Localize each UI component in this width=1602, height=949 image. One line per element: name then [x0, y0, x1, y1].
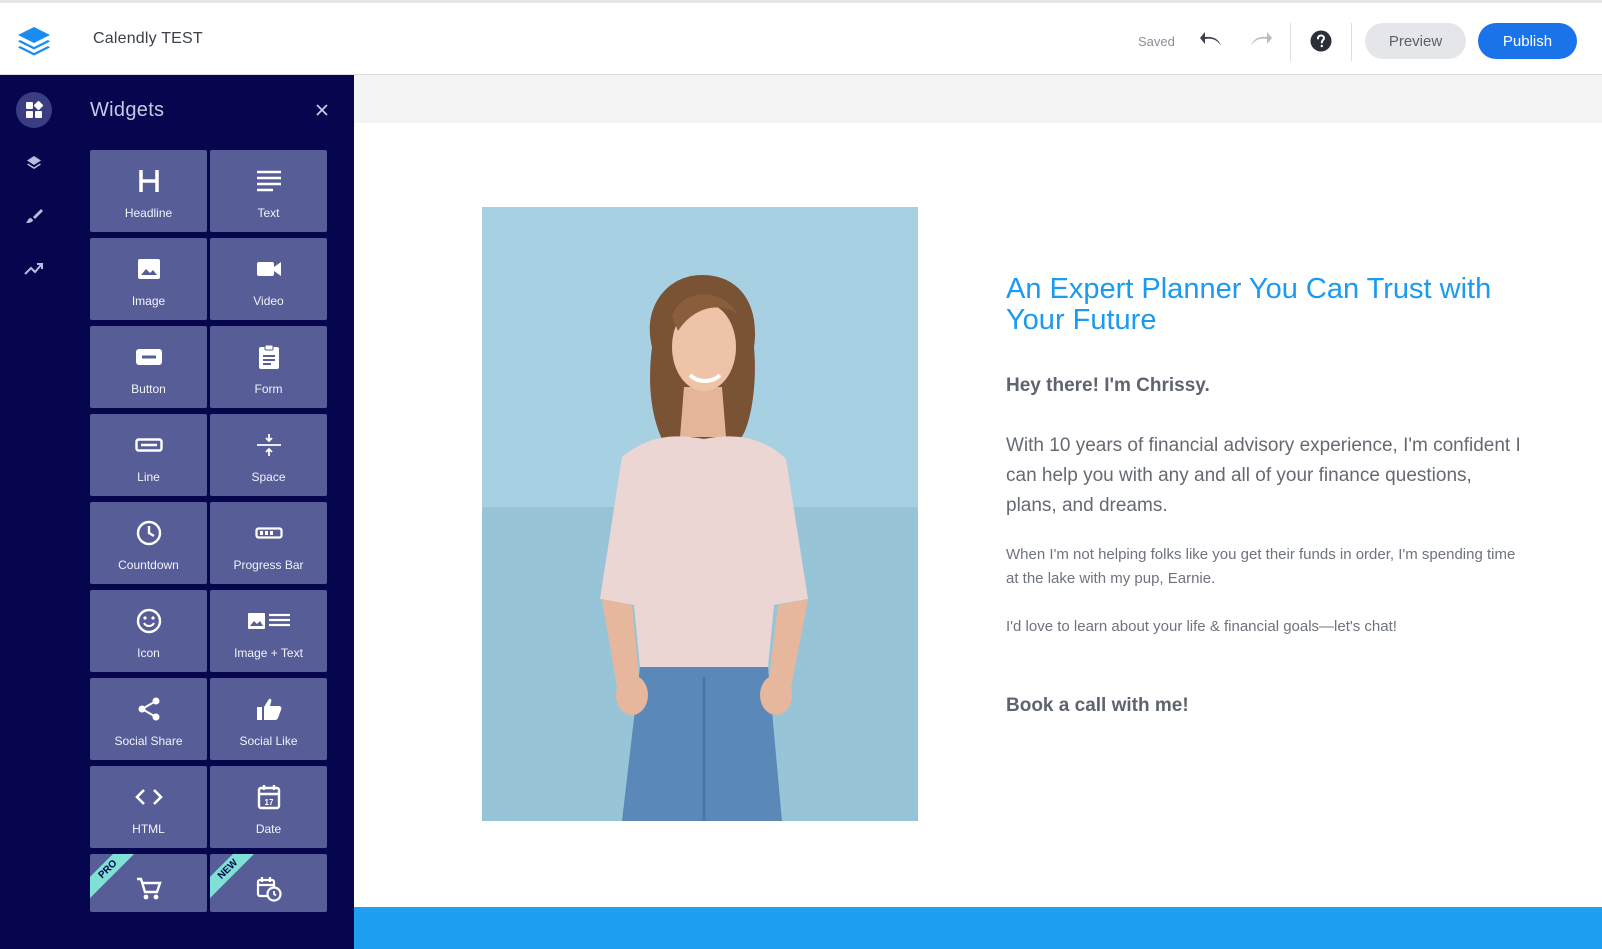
canvas-top-section[interactable] — [354, 75, 1602, 123]
page-canvas: An Expert Planner You Can Trust with You… — [354, 75, 1602, 949]
rail-analytics-button[interactable] — [16, 251, 52, 287]
widget-image[interactable]: Image — [90, 238, 207, 320]
portrait-image[interactable] — [482, 207, 918, 821]
widget-social-like[interactable]: Social Like — [210, 678, 327, 760]
layers-icon — [27, 156, 41, 169]
video-icon — [256, 262, 281, 276]
body-paragraph[interactable]: I'd love to learn about your life & fina… — [1006, 615, 1526, 639]
widget-text[interactable]: Text — [210, 150, 327, 232]
divider — [1351, 23, 1352, 61]
schedule-icon — [256, 877, 282, 902]
divider — [1290, 23, 1291, 61]
widget-headline[interactable]: Headline — [90, 150, 207, 232]
code-icon — [134, 789, 163, 805]
close-icon[interactable] — [312, 100, 332, 120]
cart-icon — [136, 877, 162, 900]
publish-button[interactable]: Publish — [1478, 23, 1577, 59]
widget-label: Date — [255, 822, 282, 836]
widget-label: HTML — [132, 822, 165, 836]
smiley-icon — [136, 608, 161, 634]
widget-form[interactable]: Form — [210, 326, 327, 408]
form-icon — [258, 344, 279, 369]
rail-widgets-button[interactable] — [16, 92, 52, 128]
calendar-icon: 17 — [257, 785, 280, 810]
image-text-icon — [247, 613, 290, 629]
brush-icon — [26, 209, 43, 223]
next-section-band[interactable] — [354, 907, 1602, 949]
share-icon — [138, 697, 159, 721]
widget-label: Space — [251, 470, 286, 484]
left-rail — [0, 75, 68, 949]
undo-icon[interactable] — [1199, 29, 1225, 53]
intro-paragraph[interactable]: With 10 years of financial advisory expe… — [1006, 431, 1526, 521]
widget-label: Form — [254, 382, 283, 396]
button-icon — [135, 349, 162, 365]
panel-title: Widgets — [90, 99, 165, 121]
space-icon — [256, 434, 281, 456]
help-icon[interactable] — [1310, 30, 1332, 52]
svg-text:17: 17 — [264, 798, 273, 807]
save-status: Saved — [1138, 34, 1175, 49]
section-heading[interactable]: An Expert Planner You Can Trust with You… — [1006, 274, 1546, 336]
cta-text[interactable]: Book a call with me! — [1006, 695, 1189, 717]
widget-label: Social Share — [114, 734, 183, 748]
widget-space[interactable]: Space — [210, 414, 327, 496]
widget-line[interactable]: Line — [90, 414, 207, 496]
greeting-text[interactable]: Hey there! I'm Chrissy. — [1006, 375, 1210, 397]
image-icon — [137, 259, 160, 279]
countdown-icon — [136, 520, 161, 546]
top-bar: Calendly TEST Saved Preview Publish — [0, 0, 1602, 75]
redo-icon[interactable] — [1247, 29, 1273, 53]
widget-label: Social Like — [239, 734, 298, 748]
preview-button[interactable]: Preview — [1365, 23, 1466, 59]
widget-label: Countdown — [118, 558, 179, 572]
widget-icon[interactable]: Icon — [90, 590, 207, 672]
widget-button[interactable]: Button — [90, 326, 207, 408]
widgets-panel: Widgets Headline Text Image Video Button… — [68, 75, 354, 949]
widget-label: Video — [253, 294, 284, 308]
analytics-icon — [24, 263, 43, 275]
rail-layers-button[interactable] — [16, 145, 52, 181]
widget-label: Image + Text — [234, 646, 303, 660]
widget-label: Button — [131, 382, 166, 396]
thumbs-up-icon — [256, 698, 281, 720]
widget-video[interactable]: Video — [210, 238, 327, 320]
widget-progress-bar[interactable]: Progress Bar — [210, 502, 327, 584]
widget-image-text[interactable]: Image + Text — [210, 590, 327, 672]
widget-label: Headline — [124, 206, 173, 220]
widget-label: Icon — [137, 646, 160, 660]
text-icon — [256, 170, 281, 192]
line-icon — [134, 438, 163, 452]
widget-label: Progress Bar — [233, 558, 304, 572]
widget-label: Text — [257, 206, 280, 220]
logo-icon[interactable] — [14, 23, 54, 57]
widget-store[interactable]: PRO — [90, 854, 207, 912]
widget-html[interactable]: HTML — [90, 766, 207, 848]
widget-label: Line — [137, 470, 160, 484]
body-paragraph[interactable]: When I'm not helping folks like you get … — [1006, 543, 1526, 591]
widgets-icon — [26, 101, 43, 118]
widget-countdown[interactable]: Countdown — [90, 502, 207, 584]
widget-social-share[interactable]: Social Share — [90, 678, 207, 760]
headline-icon — [138, 170, 159, 192]
rail-style-button[interactable] — [16, 198, 52, 234]
widget-scheduler[interactable]: NEW — [210, 854, 327, 912]
widget-label: Image — [131, 294, 166, 308]
widget-date[interactable]: 17 Date — [210, 766, 327, 848]
progress-bar-icon — [254, 527, 283, 539]
page-title[interactable]: Calendly TEST — [93, 30, 203, 48]
